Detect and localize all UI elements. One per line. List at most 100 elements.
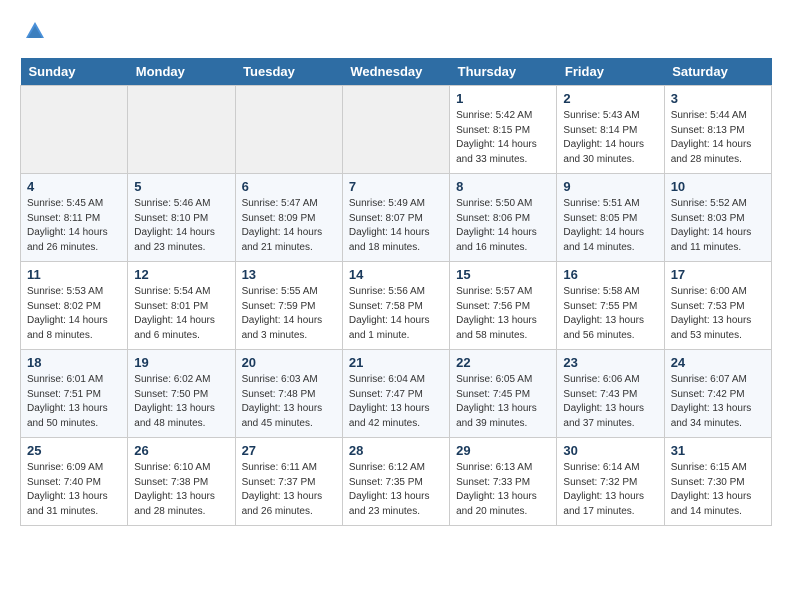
day-info: Sunrise: 6:05 AM Sunset: 7:45 PM Dayligh…: [456, 373, 550, 431]
calendar-week-row: 11 Sunrise: 5:53 AM Sunset: 8:02 PM Dayli…: [21, 262, 772, 350]
day-info: Sunrise: 6:03 AM Sunset: 7:48 PM Dayligh…: [242, 373, 336, 431]
day-info: Sunrise: 6:09 AM Sunset: 7:40 PM Dayligh…: [27, 461, 121, 519]
day-info: Sunrise: 5:53 AM Sunset: 8:02 PM Dayligh…: [27, 285, 121, 343]
day-info: Sunrise: 6:04 AM Sunset: 7:47 PM Dayligh…: [349, 373, 443, 431]
day-number: 27: [242, 443, 336, 458]
calendar-cell: 8 Sunrise: 5:50 AM Sunset: 8:06 PM Daylig…: [450, 174, 557, 262]
calendar-cell: 14Sunrise: 5:56 AM Sunset: 7:58 PM Dayli…: [342, 262, 449, 350]
day-number: 24: [671, 355, 765, 370]
day-number: 7: [349, 179, 443, 194]
day-info: Sunrise: 6:15 AM Sunset: 7:30 PM Dayligh…: [671, 461, 765, 519]
day-info: Sunrise: 6:11 AM Sunset: 7:37 PM Dayligh…: [242, 461, 336, 519]
calendar-cell: 4 Sunrise: 5:45 AM Sunset: 8:11 PM Daylig…: [21, 174, 128, 262]
calendar-cell: 15 Sunrise: 5:57 AM Sunset: 7:56 PM Dayli…: [450, 262, 557, 350]
day-info: Sunrise: 5:44 AM Sunset: 8:13 PM Dayligh…: [671, 109, 765, 167]
calendar-week-row: 18 Sunrise: 6:01 AM Sunset: 7:51 PM Dayli…: [21, 350, 772, 438]
calendar-cell: 28 Sunrise: 6:12 AM Sunset: 7:35 PM Dayli…: [342, 438, 449, 526]
day-info: Sunrise: 6:00 AM Sunset: 7:53 PM Dayligh…: [671, 285, 765, 343]
header-tuesday: Tuesday: [235, 58, 342, 86]
calendar-cell: 2 Sunrise: 5:43 AM Sunset: 8:14 PM Daylig…: [557, 86, 664, 174]
day-info: Sunrise: 6:02 AM Sunset: 7:50 PM Dayligh…: [134, 373, 228, 431]
day-info: Sunrise: 6:01 AM Sunset: 7:51 PM Dayligh…: [27, 373, 121, 431]
calendar-week-row: 1 Sunrise: 5:42 AM Sunset: 8:15 PM Daylig…: [21, 86, 772, 174]
day-info: Sunrise: 5:55 AM Sunset: 7:59 PM Dayligh…: [242, 285, 336, 343]
day-number: 22: [456, 355, 550, 370]
calendar-cell: 31 Sunrise: 6:15 AM Sunset: 7:30 PM Dayli…: [664, 438, 771, 526]
calendar-cell: 29 Sunrise: 6:13 AM Sunset: 7:33 PM Dayli…: [450, 438, 557, 526]
day-number: 11: [27, 267, 121, 282]
header-wednesday: Wednesday: [342, 58, 449, 86]
day-number: 31: [671, 443, 765, 458]
calendar-cell: [342, 86, 449, 174]
day-number: 1: [456, 91, 550, 106]
day-number: 18: [27, 355, 121, 370]
calendar-cell: 20 Sunrise: 6:03 AM Sunset: 7:48 PM Dayli…: [235, 350, 342, 438]
calendar-cell: 26 Sunrise: 6:10 AM Sunset: 7:38 PM Dayli…: [128, 438, 235, 526]
calendar-cell: 10 Sunrise: 5:52 AM Sunset: 8:03 PM Dayli…: [664, 174, 771, 262]
day-number: 30: [563, 443, 657, 458]
day-info: Sunrise: 6:07 AM Sunset: 7:42 PM Dayligh…: [671, 373, 765, 431]
day-number: 4: [27, 179, 121, 194]
calendar-cell: 13 Sunrise: 5:55 AM Sunset: 7:59 PM Dayli…: [235, 262, 342, 350]
calendar-cell: 19 Sunrise: 6:02 AM Sunset: 7:50 PM Dayli…: [128, 350, 235, 438]
day-number: 2: [563, 91, 657, 106]
day-number: 9: [563, 179, 657, 194]
day-number: 8: [456, 179, 550, 194]
calendar-week-row: 25 Sunrise: 6:09 AM Sunset: 7:40 PM Dayli…: [21, 438, 772, 526]
calendar-cell: 18 Sunrise: 6:01 AM Sunset: 7:51 PM Dayli…: [21, 350, 128, 438]
day-number: 13: [242, 267, 336, 282]
day-info: Sunrise: 6:12 AM Sunset: 7:35 PM Dayligh…: [349, 461, 443, 519]
day-info: Sunrise: 5:54 AM Sunset: 8:01 PM Dayligh…: [134, 285, 228, 343]
day-number: 25: [27, 443, 121, 458]
day-number: 10: [671, 179, 765, 194]
day-info: Sunrise: 5:47 AM Sunset: 8:09 PM Dayligh…: [242, 197, 336, 255]
day-info: Sunrise: 5:56 AM Sunset: 7:58 PM Dayligh…: [349, 285, 443, 343]
day-number: 17: [671, 267, 765, 282]
calendar-cell: 12 Sunrise: 5:54 AM Sunset: 8:01 PM Dayli…: [128, 262, 235, 350]
calendar-cell: [21, 86, 128, 174]
page-header: [20, 20, 772, 42]
day-number: 28: [349, 443, 443, 458]
header-sunday: Sunday: [21, 58, 128, 86]
logo-icon: [24, 20, 46, 42]
calendar-header-row: SundayMondayTuesdayWednesdayThursdayFrid…: [21, 58, 772, 86]
day-number: 12: [134, 267, 228, 282]
calendar-cell: 6 Sunrise: 5:47 AM Sunset: 8:09 PM Daylig…: [235, 174, 342, 262]
header-thursday: Thursday: [450, 58, 557, 86]
day-number: 5: [134, 179, 228, 194]
day-number: 19: [134, 355, 228, 370]
day-number: 15: [456, 267, 550, 282]
calendar-cell: 16Sunrise: 5:58 AM Sunset: 7:55 PM Dayli…: [557, 262, 664, 350]
day-info: Sunrise: 5:57 AM Sunset: 7:56 PM Dayligh…: [456, 285, 550, 343]
day-number: 20: [242, 355, 336, 370]
calendar-cell: 30Sunrise: 6:14 AM Sunset: 7:32 PM Dayli…: [557, 438, 664, 526]
day-info: Sunrise: 6:10 AM Sunset: 7:38 PM Dayligh…: [134, 461, 228, 519]
day-number: 23: [563, 355, 657, 370]
day-number: 6: [242, 179, 336, 194]
calendar-cell: 17 Sunrise: 6:00 AM Sunset: 7:53 PM Dayli…: [664, 262, 771, 350]
day-number: 3: [671, 91, 765, 106]
day-info: Sunrise: 6:13 AM Sunset: 7:33 PM Dayligh…: [456, 461, 550, 519]
day-info: Sunrise: 5:42 AM Sunset: 8:15 PM Dayligh…: [456, 109, 550, 167]
calendar-cell: 3 Sunrise: 5:44 AM Sunset: 8:13 PM Daylig…: [664, 86, 771, 174]
day-info: Sunrise: 5:45 AM Sunset: 8:11 PM Dayligh…: [27, 197, 121, 255]
calendar-cell: [128, 86, 235, 174]
day-number: 21: [349, 355, 443, 370]
day-info: Sunrise: 5:52 AM Sunset: 8:03 PM Dayligh…: [671, 197, 765, 255]
day-info: Sunrise: 5:43 AM Sunset: 8:14 PM Dayligh…: [563, 109, 657, 167]
header-saturday: Saturday: [664, 58, 771, 86]
day-number: 29: [456, 443, 550, 458]
calendar-cell: 1 Sunrise: 5:42 AM Sunset: 8:15 PM Daylig…: [450, 86, 557, 174]
calendar-cell: 21 Sunrise: 6:04 AM Sunset: 7:47 PM Dayli…: [342, 350, 449, 438]
calendar-table: SundayMondayTuesdayWednesdayThursdayFrid…: [20, 58, 772, 526]
logo: [20, 20, 46, 42]
day-info: Sunrise: 5:49 AM Sunset: 8:07 PM Dayligh…: [349, 197, 443, 255]
header-monday: Monday: [128, 58, 235, 86]
day-info: Sunrise: 5:51 AM Sunset: 8:05 PM Dayligh…: [563, 197, 657, 255]
calendar-cell: 9 Sunrise: 5:51 AM Sunset: 8:05 PM Daylig…: [557, 174, 664, 262]
calendar-cell: 23Sunrise: 6:06 AM Sunset: 7:43 PM Dayli…: [557, 350, 664, 438]
calendar-cell: [235, 86, 342, 174]
calendar-cell: 7 Sunrise: 5:49 AM Sunset: 8:07 PM Daylig…: [342, 174, 449, 262]
day-info: Sunrise: 5:50 AM Sunset: 8:06 PM Dayligh…: [456, 197, 550, 255]
day-number: 26: [134, 443, 228, 458]
